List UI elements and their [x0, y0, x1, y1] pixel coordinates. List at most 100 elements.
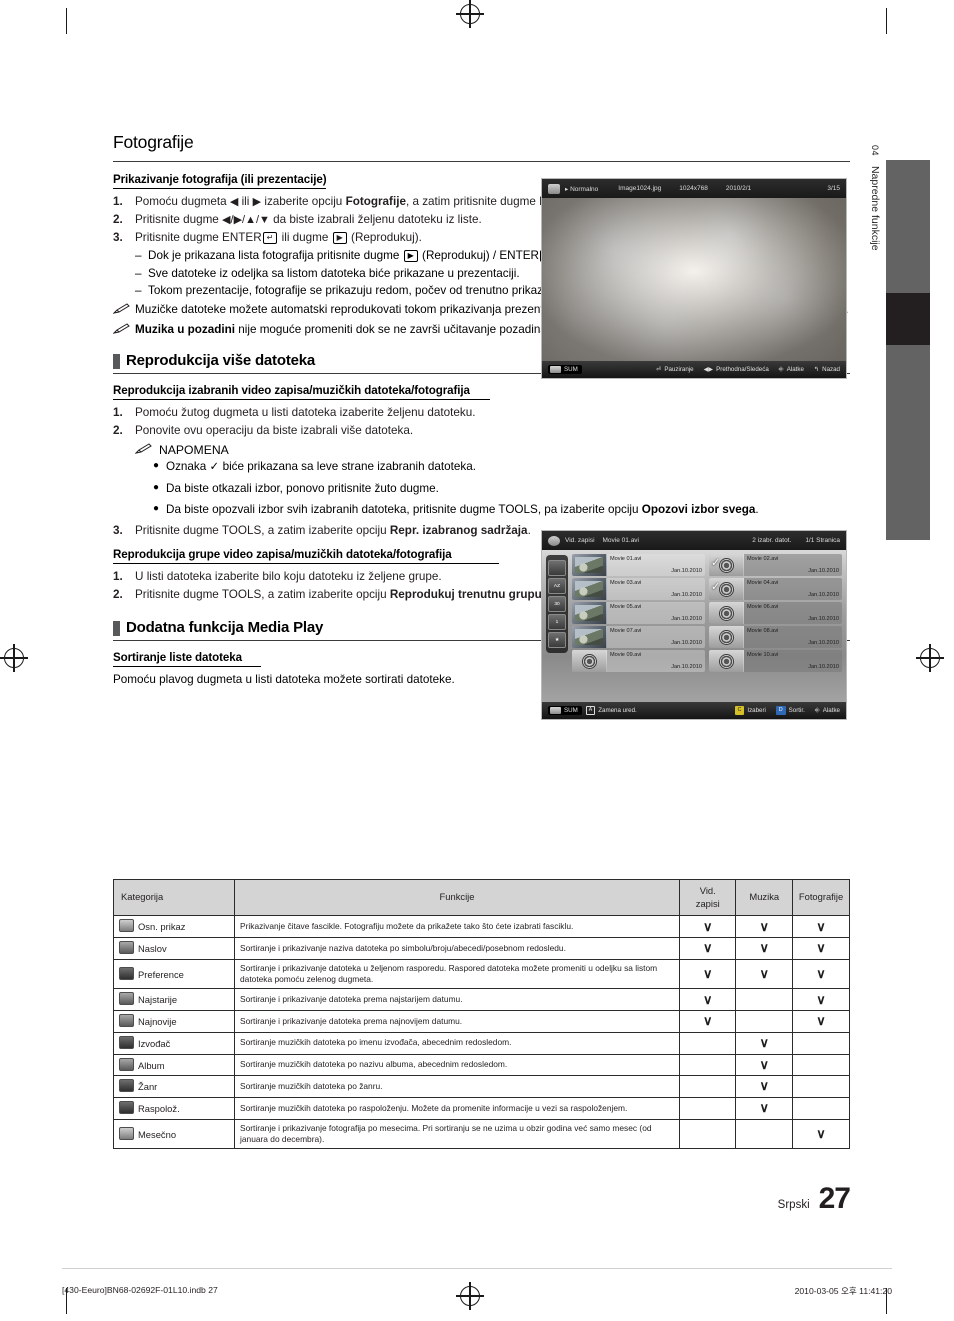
list-item[interactable]: Movie 09.avi Jan.10.2010 [572, 650, 705, 672]
list-item[interactable]: Movie 07.avi Jan.10.2010 [572, 626, 705, 648]
30-icon[interactable]: 30 [548, 596, 566, 612]
row-category: Najstarije [112, 988, 236, 1012]
row-function: Sortiranje i prikazivanje fotografija po… [234, 1118, 680, 1150]
step-number: 3. [113, 523, 123, 537]
subsection-rule-sorting [113, 666, 261, 668]
footer-action[interactable]: ⎆ Alatke [779, 366, 804, 374]
check-glyph: ∨ [816, 1013, 826, 1029]
folder-icon[interactable] [548, 560, 566, 576]
row-category: Žanr [112, 1075, 236, 1098]
file-thumbnail [572, 626, 607, 648]
usb-icon-2 [550, 707, 561, 714]
row-photos-support [792, 1031, 850, 1055]
file-list-screenshot: Vid. zapisi Movie 01.avi 2 izabr. datot.… [541, 530, 847, 720]
check-glyph: ∨ [816, 918, 826, 934]
row-category-label: Osn. prikaz [138, 921, 186, 933]
list-item[interactable]: Movie 05.avi Jan.10.2010 [572, 602, 705, 624]
list-item: 1. Pomoću žutog dugmeta u listi datoteka … [113, 405, 850, 421]
file-date: Jan.10.2010 [671, 568, 702, 574]
header-photos: Fotografije [792, 878, 850, 917]
mood-icon [119, 1100, 134, 1114]
dash-marker: – [135, 266, 142, 280]
row-category: Naslov [112, 937, 236, 960]
chapter-name: Napredne funkcije [869, 165, 881, 251]
file-thumbnail [572, 602, 607, 624]
footer-action[interactable]: C Izaberi [734, 706, 766, 715]
footer-action[interactable]: ↰ Nazad [814, 366, 840, 374]
subsection-rule-group [113, 563, 499, 565]
file-name: Movie 05.avi [610, 604, 642, 610]
note-heading: NAPOMENA [134, 443, 850, 458]
file-meta: Movie 08.avi Jan.10.2010 [744, 626, 842, 648]
title-icon [119, 941, 134, 955]
usb-device-name: SUM [564, 366, 578, 373]
row-function: Sortiranje i prikazivanje datoteka u žel… [234, 958, 680, 990]
footer-action[interactable]: ⏎ Pauziranje [656, 366, 693, 374]
file-list-header: Vid. zapisi Movie 01.avi 2 izabr. datot.… [542, 531, 846, 550]
footer-action-key: D [775, 706, 786, 715]
check-glyph: ∨ [816, 940, 826, 956]
row-photos-support: ∨ [792, 1010, 850, 1033]
list-item[interactable]: Movie 03.avi Jan.10.2010 [572, 578, 705, 600]
row-music-support: ∨ [735, 1053, 794, 1077]
footer-action[interactable]: ⎆ Alatke [815, 706, 840, 715]
file-date: Jan.10.2010 [808, 568, 839, 574]
az-icon[interactable]: AZ [548, 578, 566, 594]
header-music: Muzika [735, 878, 794, 917]
dash-marker: – [135, 283, 142, 297]
footer-language: Srpski [777, 1199, 810, 1211]
1-icon[interactable]: 1 [548, 614, 566, 630]
registration-mark-bottom [456, 1282, 484, 1310]
crop-mark-top-right-v [886, 8, 888, 34]
photo-date: 2010/2/1 [725, 185, 752, 192]
file-list-sidebar[interactable]: AZ 30 1 ★ [546, 555, 568, 653]
row-category-label: Najnovije [138, 1016, 177, 1028]
row-category: Preference [112, 958, 236, 990]
row-category-label: Preference [138, 968, 184, 980]
file-thumbnail [572, 650, 607, 672]
page-footer: Srpski 27 [640, 1182, 851, 1216]
row-photos-support: ∨ [792, 958, 850, 990]
list-item[interactable]: Movie 10.avi Jan.10.2010 [709, 650, 842, 672]
photo-image [542, 198, 846, 361]
sorting-table: Kategorija Funkcije Vid. zapisi Muzika Fo… [112, 878, 850, 1150]
file-list-grid[interactable]: Movie 01.avi Jan.10.2010 ✓ Movie 02.avi Jan.… [572, 554, 842, 700]
footer-action-label: Pauziranje [664, 366, 694, 373]
footer-action[interactable]: ◀▶ Prethodna/Sledeća [704, 366, 769, 374]
subsection-title-selected: Reprodukcija izabranih video zapisa/muzi… [113, 384, 470, 398]
row-function: Sortiranje muzičkih datoteka po raspolož… [234, 1096, 680, 1120]
footer-action-icon: ↰ [813, 366, 820, 373]
star-icon[interactable]: ★ [548, 632, 566, 648]
list-item[interactable]: ✓ Movie 02.avi Jan.10.2010 [709, 554, 842, 576]
list-item[interactable]: Movie 01.avi Jan.10.2010 [572, 554, 705, 576]
file-date: Jan.10.2010 [808, 616, 839, 622]
file-list-footer-items: C Izaberi D Sortir. ⎆ Alatke [725, 706, 840, 715]
file-meta: Movie 10.avi Jan.10.2010 [744, 650, 842, 672]
list-item[interactable]: Movie 06.avi Jan.10.2010 [709, 602, 842, 624]
footer-action[interactable]: D Sortir. [775, 706, 805, 715]
file-name: Movie 01.avi [610, 556, 642, 562]
footer-action-key: C [734, 706, 745, 715]
row-video-support: ∨ [678, 937, 737, 960]
step-text: Ponovite ovu operaciju da biste izabrali… [135, 424, 414, 438]
row-video-support: ∨ [678, 958, 737, 990]
note-heading-label: NAPOMENA [159, 443, 229, 458]
row-function: Prikazivanje čitave fascikle. Fotografij… [234, 915, 680, 939]
list-item[interactable]: ✓ Movie 04.avi Jan.10.2010 [709, 578, 842, 600]
direction-arrow-glyph: ▶ [252, 196, 262, 208]
file-meta: Movie 06.avi Jan.10.2010 [744, 602, 842, 624]
file-date: Jan.10.2010 [808, 664, 839, 670]
pencil-icon [112, 302, 135, 319]
check-glyph: ∨ [759, 1078, 770, 1094]
list-item[interactable]: Movie 08.avi Jan.10.2010 [709, 626, 842, 648]
row-music-support: ∨ [735, 1075, 794, 1098]
check-glyph: ∨ [816, 991, 826, 1007]
file-name: Movie 04.avi [747, 580, 779, 586]
file-name: Movie 03.avi [610, 580, 642, 586]
file-list-selected-count: 2 izabr. datot. [752, 537, 792, 544]
page-title: Fotografije [113, 132, 194, 152]
device-change-key[interactable]: A [585, 706, 596, 715]
row-category: Osn. prikaz [112, 915, 236, 939]
row-category-label: Album [138, 1059, 165, 1071]
chapter-number: 04 [870, 145, 880, 157]
